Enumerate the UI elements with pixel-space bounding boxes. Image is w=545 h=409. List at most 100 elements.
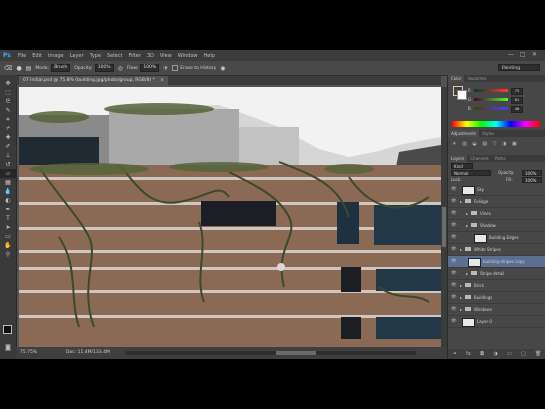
slider-b[interactable]: [474, 107, 508, 110]
fill-field[interactable]: 100%: [522, 177, 542, 183]
group-expand-icon[interactable]: ▸: [466, 220, 468, 231]
visibility-eye-icon[interactable]: 👁: [451, 316, 457, 327]
panel-background-swatch[interactable]: [457, 90, 467, 100]
brush-preset-icon[interactable]: ●: [16, 65, 21, 72]
flow-field[interactable]: 100%: [140, 64, 160, 72]
menu-help[interactable]: Help: [201, 53, 218, 59]
layer-row[interactable]: 👁 building-stripes copy: [448, 256, 545, 268]
path-select-icon[interactable]: ➤: [0, 223, 16, 232]
menu-edit[interactable]: Edit: [29, 53, 45, 59]
slider-r[interactable]: [474, 89, 508, 92]
menu-3d[interactable]: 3D: [144, 53, 157, 59]
eyedropper-icon[interactable]: ⌿: [0, 124, 16, 133]
add-mask-icon[interactable]: ◘: [480, 351, 484, 357]
menu-file[interactable]: File: [15, 53, 29, 59]
shape-icon[interactable]: ▭: [0, 232, 16, 241]
adjustment-layer-icon[interactable]: ◑: [493, 351, 497, 357]
minimize-icon[interactable]: —: [508, 51, 514, 58]
visibility-eye-icon[interactable]: 👁: [451, 304, 457, 315]
link-layers-icon[interactable]: ⚭: [453, 351, 457, 357]
tab-color[interactable]: Color: [448, 75, 465, 82]
menu-image[interactable]: Image: [45, 53, 67, 59]
horizontal-scrollbar[interactable]: [126, 351, 416, 355]
tab-channels[interactable]: Channels: [467, 155, 492, 162]
visibility-eye-icon[interactable]: 👁: [451, 268, 457, 279]
group-expand-icon[interactable]: ▸: [460, 292, 462, 303]
close-icon[interactable]: ✕: [532, 51, 537, 58]
opacity-field[interactable]: 100%: [94, 64, 114, 72]
quick-select-icon[interactable]: ✎: [0, 106, 16, 115]
layer-row[interactable]: 👁 ▸ White Stripes: [448, 244, 545, 256]
hand-icon[interactable]: ✋: [0, 241, 16, 250]
visibility-eye-icon[interactable]: 👁: [451, 220, 457, 231]
group-expand-icon[interactable]: ▸: [460, 280, 462, 291]
blur-icon[interactable]: 💧: [0, 187, 16, 196]
layer-row[interactable]: 👁 ▸ Windows: [448, 304, 545, 316]
crop-icon[interactable]: ⌗: [0, 115, 16, 124]
eraser-icon[interactable]: ▱: [0, 169, 16, 178]
visibility-eye-icon[interactable]: 👁: [451, 280, 457, 291]
visibility-eye-icon[interactable]: 👁: [451, 196, 457, 207]
tab-adjustments[interactable]: Adjustments: [448, 130, 480, 137]
layer-style-icon[interactable]: fx: [466, 351, 471, 357]
horizontal-scroll-thumb[interactable]: [276, 351, 316, 355]
vertical-scroll-thumb[interactable]: [442, 207, 446, 247]
tab-styles[interactable]: Styles: [479, 130, 498, 137]
blend-mode-select[interactable]: Normal: [451, 170, 491, 176]
new-layer-icon[interactable]: ▢: [521, 351, 526, 357]
eraser-tool-icon[interactable]: ⌫: [4, 65, 12, 72]
group-expand-icon[interactable]: ▸: [466, 208, 468, 219]
erase-to-history-checkbox[interactable]: Erase to History: [172, 65, 216, 71]
layer-row[interactable]: 👁 ▸ Shadow: [448, 220, 545, 232]
new-group-icon[interactable]: ▭: [507, 351, 512, 357]
group-expand-icon[interactable]: ▸: [460, 244, 462, 255]
brush-panel-icon[interactable]: ▤: [26, 65, 32, 72]
canvas[interactable]: [19, 87, 441, 347]
visibility-eye-icon[interactable]: 👁: [451, 292, 457, 303]
menu-layer[interactable]: Layer: [67, 53, 87, 59]
brush-icon[interactable]: ✐: [0, 142, 16, 151]
group-expand-icon[interactable]: ▸: [466, 268, 468, 279]
marquee-icon[interactable]: ⬚: [0, 88, 16, 97]
visibility-eye-icon[interactable]: 👁: [451, 184, 457, 195]
menu-view[interactable]: View: [157, 53, 175, 59]
zoom-level[interactable]: 75.75%: [20, 347, 37, 359]
tab-swatches[interactable]: Swatches: [464, 75, 490, 82]
workspace-select[interactable]: Painting: [498, 64, 540, 71]
menu-type[interactable]: Type: [87, 53, 104, 59]
delete-layer-icon[interactable]: 🗑: [535, 351, 541, 357]
zoom-icon[interactable]: ⚲: [0, 250, 16, 259]
tab-layers[interactable]: Layers: [448, 155, 468, 162]
lasso-icon[interactable]: ᘓ: [0, 97, 16, 106]
adjustment-icons[interactable]: ☀ ▥ ◒ ▧ ▽ ◑ ▣: [452, 141, 519, 147]
menu-window[interactable]: Window: [175, 53, 201, 59]
stamp-icon[interactable]: ⊥: [0, 151, 16, 160]
foreground-color-swatch[interactable]: [3, 325, 12, 334]
move-icon[interactable]: ✥: [0, 79, 16, 88]
layer-row[interactable]: 👁 Layer 0: [448, 316, 545, 328]
gradient-icon[interactable]: ▦: [0, 178, 16, 187]
mode-select[interactable]: Brush: [51, 64, 71, 72]
layer-row[interactable]: 👁 ▸ Stripe detail: [448, 268, 545, 280]
dodge-icon[interactable]: ◐: [0, 196, 16, 205]
group-expand-icon[interactable]: ▸: [460, 304, 462, 315]
pressure-size-icon[interactable]: ◉: [220, 65, 225, 72]
tab-close-icon[interactable]: ×: [160, 78, 164, 83]
slider-g[interactable]: [474, 98, 508, 101]
checkbox-box[interactable]: [172, 65, 179, 71]
pen-icon[interactable]: ✒: [0, 205, 16, 214]
slider-g-value[interactable]: 61: [511, 97, 523, 104]
menu-filter[interactable]: Filter: [125, 53, 143, 59]
group-expand-icon[interactable]: ▸: [460, 196, 462, 207]
visibility-eye-icon[interactable]: 👁: [451, 244, 457, 255]
pressure-opacity-icon[interactable]: ◎: [118, 65, 123, 72]
slider-b-value[interactable]: 48: [511, 106, 523, 113]
visibility-eye-icon[interactable]: 👁: [451, 232, 457, 243]
layer-opacity-field[interactable]: 100%: [522, 170, 542, 176]
healing-icon[interactable]: ✚: [0, 133, 16, 142]
menu-select[interactable]: Select: [104, 53, 125, 59]
slider-r-value[interactable]: 75: [511, 88, 523, 95]
tab-paths[interactable]: Paths: [491, 155, 509, 162]
quick-mask-icon[interactable]: ◙: [0, 343, 16, 352]
visibility-eye-icon[interactable]: 👁: [451, 256, 457, 267]
